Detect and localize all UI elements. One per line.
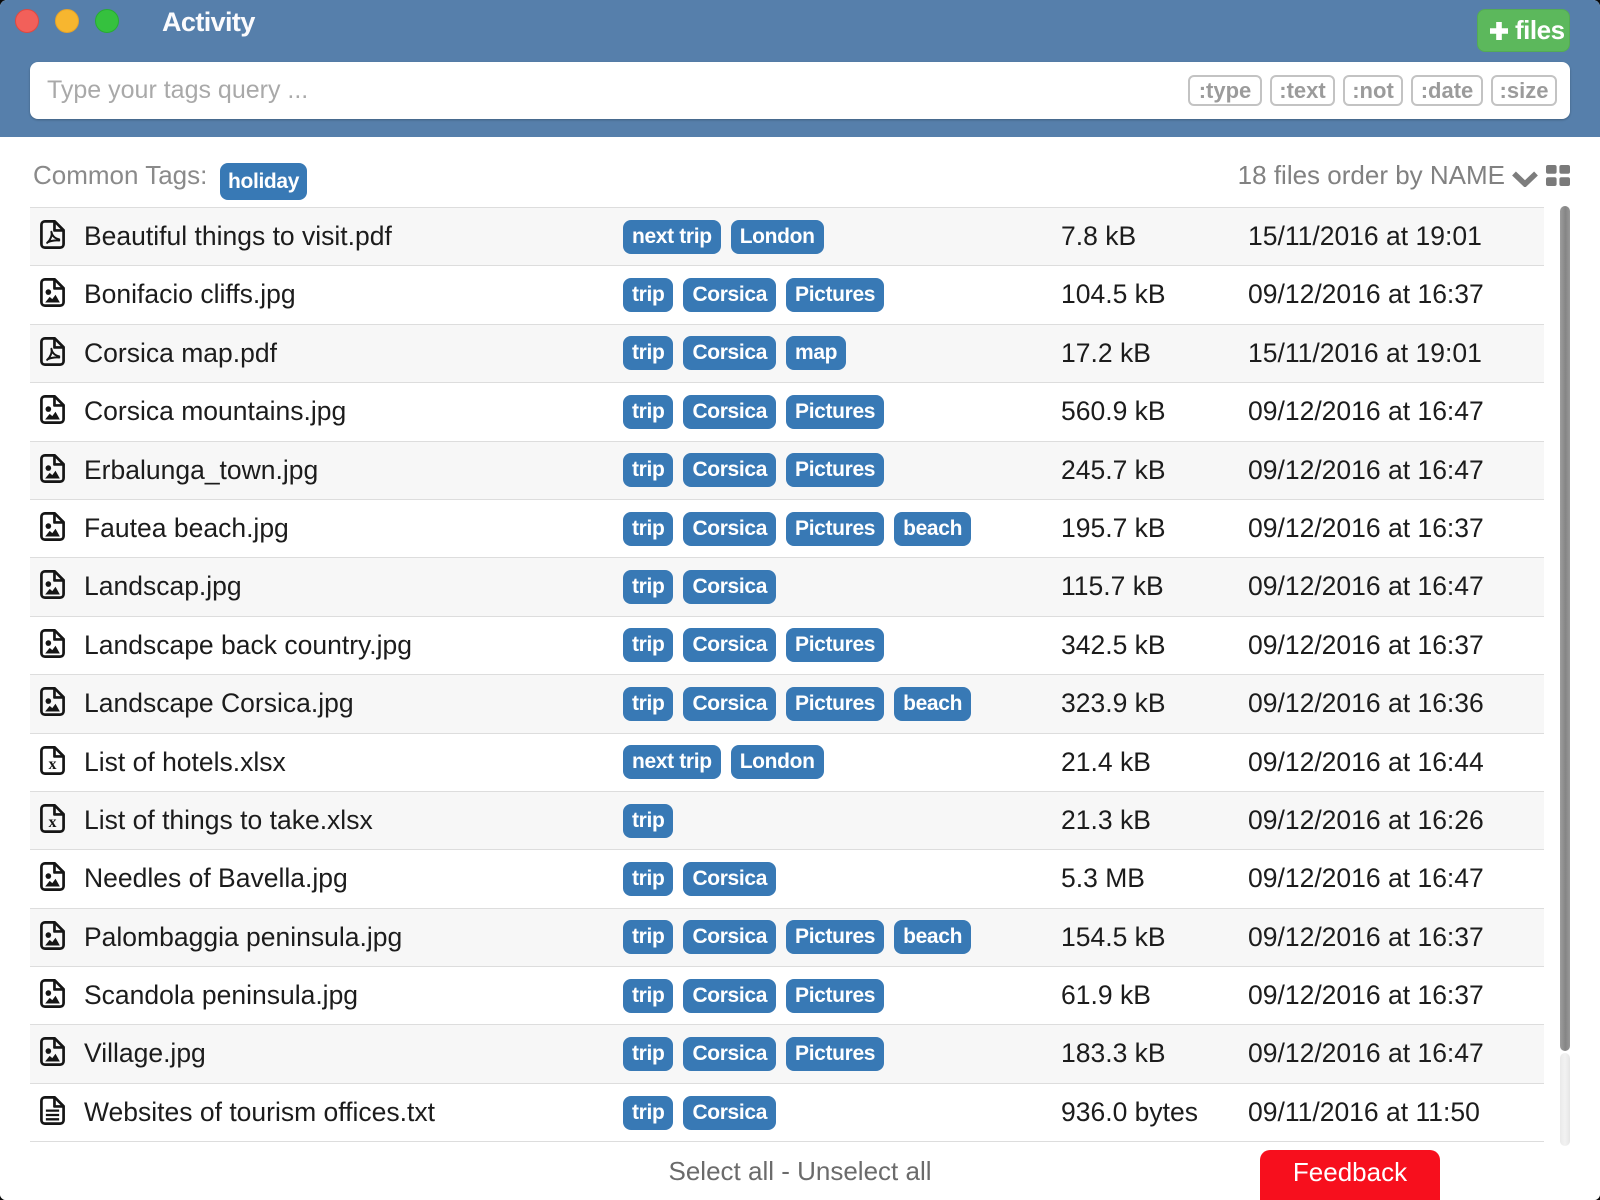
svg-text:x: x [48,756,56,773]
svg-text:x: x [48,814,56,831]
